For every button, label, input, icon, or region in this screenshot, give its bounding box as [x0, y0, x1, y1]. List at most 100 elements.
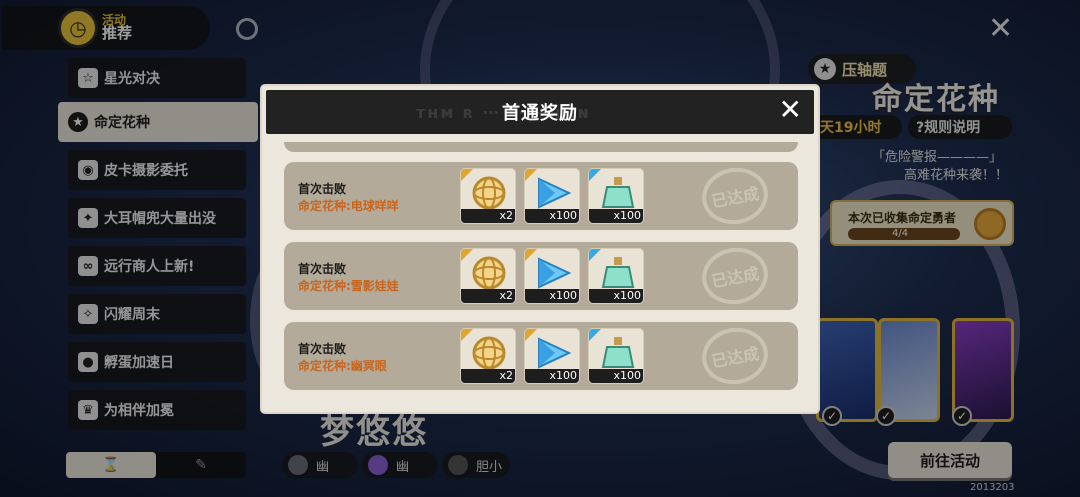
- reward-list[interactable]: 首次击败 命定花种:电球咩咩 x2 x100 x100 已达成 首次击败 命定花…: [284, 142, 798, 404]
- sidebar-item-fate-flower[interactable]: ★ 命定花种: [58, 102, 258, 142]
- sidebar-item-star-duel[interactable]: ☆ 星光对决: [68, 58, 246, 98]
- event-title: 命定花种: [872, 82, 1000, 117]
- sidebar-item-label: 为相伴加冕: [104, 403, 174, 419]
- reward-count: x100: [589, 369, 643, 383]
- collect-count: 4/4: [892, 228, 909, 239]
- reward-count: x100: [589, 289, 643, 303]
- completed-stamp: 已达成: [697, 242, 773, 310]
- reward-item[interactable]: x100: [588, 328, 644, 384]
- sidebar-item-label: 孵蛋加速日: [104, 355, 174, 371]
- sidebar-tabs: ⌛ ✎: [66, 452, 246, 478]
- trait-label: 幽: [316, 459, 330, 475]
- ghost-type-icon: [288, 455, 308, 475]
- personality-icon: [448, 455, 468, 475]
- modal-title: 首通奖励: [502, 103, 578, 124]
- row-target: 命定花种:电球咩咩: [298, 199, 399, 213]
- reward-row: 首次击败 命定花种:雪影娃娃 x2 x100 x100 已达成: [284, 242, 798, 310]
- crystal-icon: [538, 257, 572, 289]
- reward-row: 首次击败 命定花种:电球咩咩 x2 x100 x100 已达成: [284, 162, 798, 230]
- potion-icon: [601, 337, 635, 368]
- row-target: 命定花种:雪影娃娃: [298, 279, 399, 293]
- modal-header: ᴛʜᴍ ʀ ⋯ ⋯ +ʜᴍɴ 首通奖励 ✕: [266, 90, 814, 134]
- stopwatch-icon: ◷: [58, 8, 98, 48]
- reward-count: x100: [589, 209, 643, 223]
- monster-card[interactable]: [816, 318, 878, 422]
- reward-item[interactable]: x100: [588, 168, 644, 224]
- reward-item[interactable]: x100: [588, 248, 644, 304]
- sidebar-item-crown[interactable]: ♛ 为相伴加冕: [68, 390, 246, 430]
- reward-count: x100: [525, 209, 579, 223]
- hourglass-icon[interactable]: ⌛: [66, 452, 156, 478]
- sidebar-item-egg[interactable]: ● 孵蛋加速日: [68, 342, 246, 382]
- row-target: 命定花种:幽冥眼: [298, 359, 387, 373]
- sidebar-item-label: 命定花种: [94, 115, 150, 131]
- completed-stamp: 已达成: [697, 162, 773, 230]
- goto-event-button[interactable]: 前往活动: [888, 442, 1012, 478]
- camera-icon: ◉: [78, 160, 98, 180]
- gyro-orb-icon: [472, 256, 506, 290]
- check-icon: ✓: [822, 406, 842, 426]
- trait-chip: 幽: [282, 452, 358, 478]
- reward-count: x100: [525, 369, 579, 383]
- notification-icon[interactable]: [236, 18, 258, 40]
- crystal-icon: [538, 177, 572, 209]
- rules-button[interactable]: ?规则说明: [908, 115, 1012, 139]
- potion-icon: [601, 257, 635, 288]
- reward-item[interactable]: x2: [460, 248, 516, 304]
- footer-code: 2013203: [970, 482, 1015, 493]
- sidebar-item-hood[interactable]: ✦ 大耳帽兜大量出没: [68, 198, 246, 238]
- feather-icon[interactable]: ✎: [156, 452, 246, 478]
- activity-badge[interactable]: ◷ 活动 推荐: [2, 6, 210, 50]
- sidebar-item-shine[interactable]: ✧ 闪耀周末: [68, 294, 246, 334]
- sidebar-item-label: 大耳帽兜大量出没: [104, 211, 216, 227]
- sidebar-item-label: 闪耀周末: [104, 307, 160, 323]
- reward-row: 首次击败 命定花种:幽冥眼 x2 x100 x100 已达成: [284, 322, 798, 390]
- event-quote-line2: 高难花种来袭！！: [904, 168, 1009, 183]
- reward-count: x2: [461, 289, 515, 303]
- hood-icon: ✦: [78, 208, 98, 228]
- sidebar-item-label: 远行商人上新!: [104, 259, 195, 275]
- collect-progress-box[interactable]: 本次已收集命定勇者 4/4: [830, 200, 1014, 246]
- collect-title: 本次已收集命定勇者: [848, 211, 957, 225]
- potion-icon: [601, 177, 635, 208]
- close-icon[interactable]: ✕: [779, 96, 802, 124]
- crown-icon: ♛: [78, 400, 98, 420]
- close-icon[interactable]: ✕: [988, 14, 1013, 44]
- first-clear-reward-modal: ᴛʜᴍ ʀ ⋯ ⋯ +ʜᴍɴ 首通奖励 ✕ 首次击败 命定花种:电球咩咩 x2: [262, 86, 818, 412]
- merchant-icon: ∞: [78, 256, 98, 276]
- check-icon: ✓: [876, 406, 896, 426]
- reward-item[interactable]: x100: [524, 248, 580, 304]
- sidebar-item-merchant[interactable]: ∞ 远行商人上新!: [68, 246, 246, 286]
- completed-stamp: 已达成: [697, 322, 773, 390]
- reward-count: x100: [525, 289, 579, 303]
- reward-item[interactable]: x2: [460, 328, 516, 384]
- sidebar-item-label: 星光对决: [104, 71, 160, 87]
- sidebar-item-label: 皮卡摄影委托: [104, 163, 188, 179]
- crystal-icon: [538, 337, 572, 369]
- fate-flower-icon: ★: [68, 112, 88, 132]
- trait-label: 胆小: [476, 459, 503, 475]
- star-duel-icon: ☆: [78, 68, 98, 88]
- star-icon: ★: [814, 58, 836, 80]
- reward-row-partial: [284, 142, 798, 152]
- gyro-orb-icon: [472, 176, 506, 210]
- reward-item[interactable]: x2: [460, 168, 516, 224]
- reward-item[interactable]: x100: [524, 328, 580, 384]
- trait-chip: 幽: [362, 452, 438, 478]
- reward-item[interactable]: x100: [524, 168, 580, 224]
- reward-count: x2: [461, 209, 515, 223]
- egg-icon: ●: [78, 352, 98, 372]
- event-quote-line1: 「危险警报————」: [872, 150, 1003, 165]
- row-title: 首次击败: [298, 342, 347, 356]
- trait-chip: 胆小: [442, 452, 510, 478]
- trait-label: 幽: [396, 459, 410, 475]
- check-icon: ✓: [952, 406, 972, 426]
- medal-icon: [974, 208, 1006, 240]
- reward-count: x2: [461, 369, 515, 383]
- ghost-type-icon: [368, 455, 388, 475]
- event-timer: 天19小时: [812, 115, 902, 139]
- row-title: 首次击败: [298, 182, 347, 196]
- sidebar-item-camera[interactable]: ◉ 皮卡摄影委托: [68, 150, 246, 190]
- row-title: 首次击败: [298, 262, 347, 276]
- shine-icon: ✧: [78, 304, 98, 324]
